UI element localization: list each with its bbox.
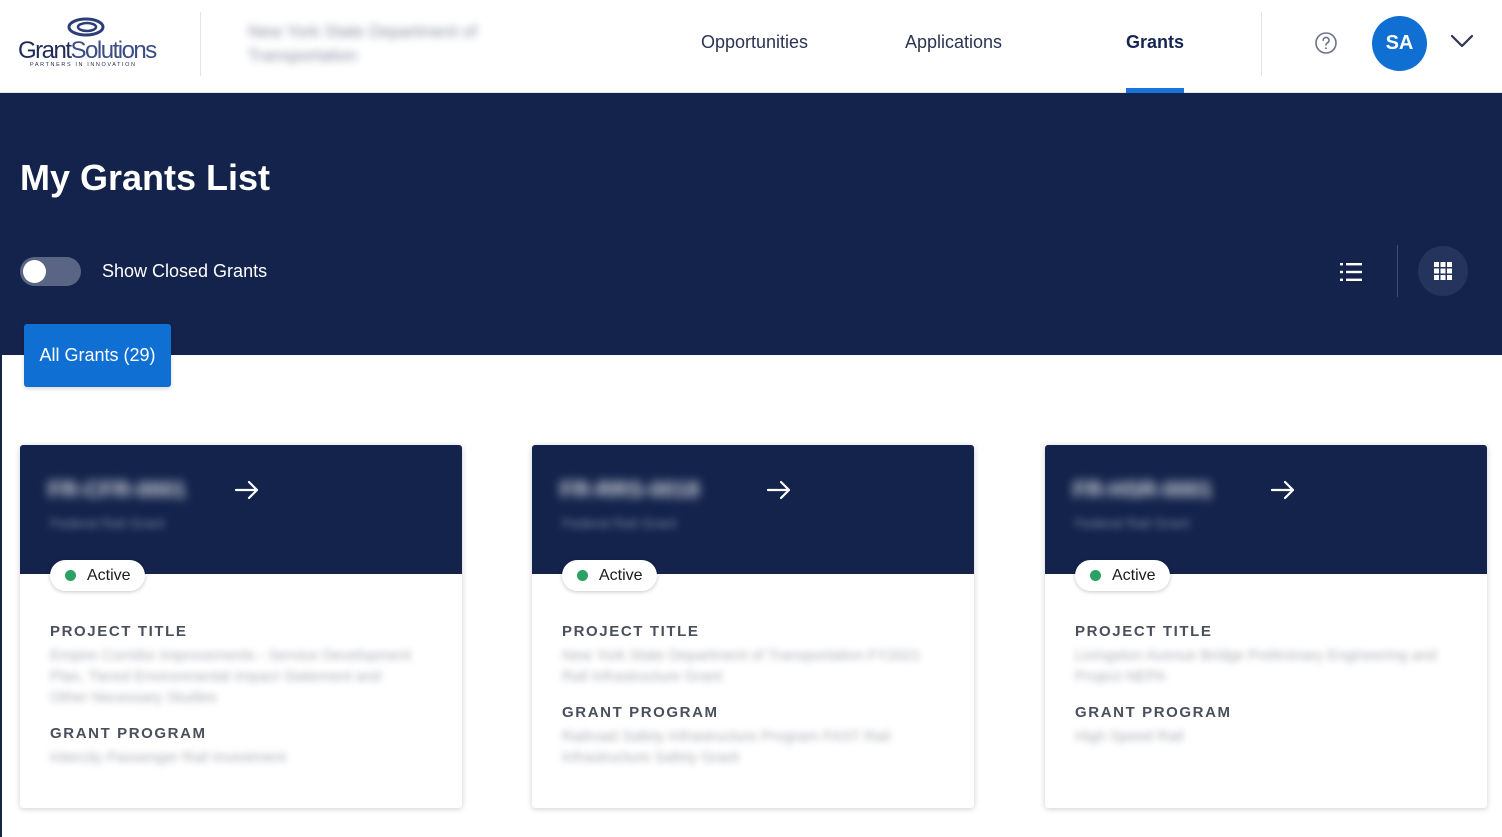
header-divider: [200, 12, 201, 76]
grant-card[interactable]: FR-RRS-0018 Federal Rail Grant Active PR…: [532, 445, 974, 808]
logo-tagline: PARTNERS IN INNOVATION: [30, 62, 137, 68]
show-closed-grants-toggle[interactable]: [20, 257, 81, 286]
nav-grants[interactable]: Grants: [1126, 32, 1184, 53]
grant-program-value: High Speed Rail: [1075, 728, 1184, 745]
grant-card[interactable]: FR-CFR-0001 Federal Rail Grant Active PR…: [20, 445, 462, 808]
grant-card-header: FR-RRS-0018 Federal Rail Grant: [532, 445, 974, 574]
question-circle-icon[interactable]: [1314, 31, 1338, 55]
grant-program-label: GRANT PROGRAM: [50, 725, 207, 742]
status-text: Active: [1112, 567, 1156, 584]
grid-view-icon: [1434, 262, 1452, 280]
status-text: Active: [599, 567, 643, 584]
project-title-label: PROJECT TITLE: [1075, 623, 1213, 640]
project-title-value: Livingston Avenue Bridge Preliminary Eng…: [1075, 647, 1437, 685]
grant-program-label: GRANT PROGRAM: [1075, 704, 1232, 721]
project-title-label: PROJECT TITLE: [562, 623, 700, 640]
top-header: GrantSolutions PARTNERS IN INNOVATION Ne…: [0, 0, 1502, 93]
status-badge: Active: [1075, 560, 1170, 591]
logo-wordmark: GrantSolutions: [18, 37, 158, 65]
view-toggle-divider: [1397, 245, 1398, 297]
status-dot-icon: [577, 570, 588, 581]
project-title-value: New York State Department of Transportat…: [562, 647, 921, 685]
grant-subtitle: Federal Rail Grant: [50, 515, 165, 531]
grant-number[interactable]: FR-RRS-0018: [560, 477, 699, 503]
grant-card-header: FR-HSR-0001 Federal Rail Grant: [1045, 445, 1487, 574]
logo-word-part2: Solutions: [70, 37, 158, 64]
chevron-down-icon[interactable]: [1450, 33, 1474, 49]
grant-subtitle: Federal Rail Grant: [1075, 515, 1190, 531]
grant-subtitle: Federal Rail Grant: [562, 515, 677, 531]
header-divider-right: [1261, 12, 1262, 76]
status-badge: Active: [50, 560, 145, 591]
project-title-value: Empire Corridor Improvements - Service D…: [50, 647, 411, 706]
toggle-label: Show Closed Grants: [102, 261, 268, 281]
status-dot-icon: [1090, 570, 1101, 581]
grant-program-value: Railroad Safety Infrastructure Program F…: [562, 728, 891, 766]
tab-all-grants[interactable]: All Grants (29): [24, 324, 171, 387]
arrow-right-icon[interactable]: [234, 480, 260, 500]
nav-applications[interactable]: Applications: [905, 32, 1002, 53]
grant-number[interactable]: FR-CFR-0001: [48, 477, 186, 503]
project-title-label: PROJECT TITLE: [50, 623, 188, 640]
arrow-right-icon[interactable]: [1270, 480, 1296, 500]
grant-program-value: Intercity Passenger Rail Investment: [50, 749, 286, 766]
grant-card-header: FR-CFR-0001 Federal Rail Grant: [20, 445, 462, 574]
grantsolutions-logo[interactable]: GrantSolutions PARTNERS IN INNOVATION: [18, 16, 163, 72]
status-badge: Active: [562, 560, 657, 591]
left-edge-line: [0, 93, 2, 837]
logo-word-part1: Grant: [18, 37, 72, 64]
page-banner: My Grants List Show Closed Grants: [0, 93, 1502, 355]
grant-card[interactable]: FR-HSR-0001 Federal Rail Grant Active PR…: [1045, 445, 1487, 808]
grid-view-button[interactable]: [1418, 246, 1468, 296]
grant-number[interactable]: FR-HSR-0001: [1073, 477, 1212, 503]
status-dot-icon: [65, 570, 76, 581]
user-avatar[interactable]: SA: [1372, 16, 1427, 71]
logo-swoosh-icon: [67, 17, 105, 37]
list-view-button[interactable]: [1333, 257, 1369, 287]
toggle-knob: [23, 260, 46, 283]
arrow-right-icon[interactable]: [766, 480, 792, 500]
nav-opportunities[interactable]: Opportunities: [701, 32, 808, 53]
organization-name: New York State Department of Transportat…: [248, 22, 477, 65]
status-text: Active: [87, 567, 131, 584]
page-title: My Grants List: [20, 157, 271, 198]
list-view-icon: [1340, 263, 1362, 281]
grant-program-label: GRANT PROGRAM: [562, 704, 719, 721]
